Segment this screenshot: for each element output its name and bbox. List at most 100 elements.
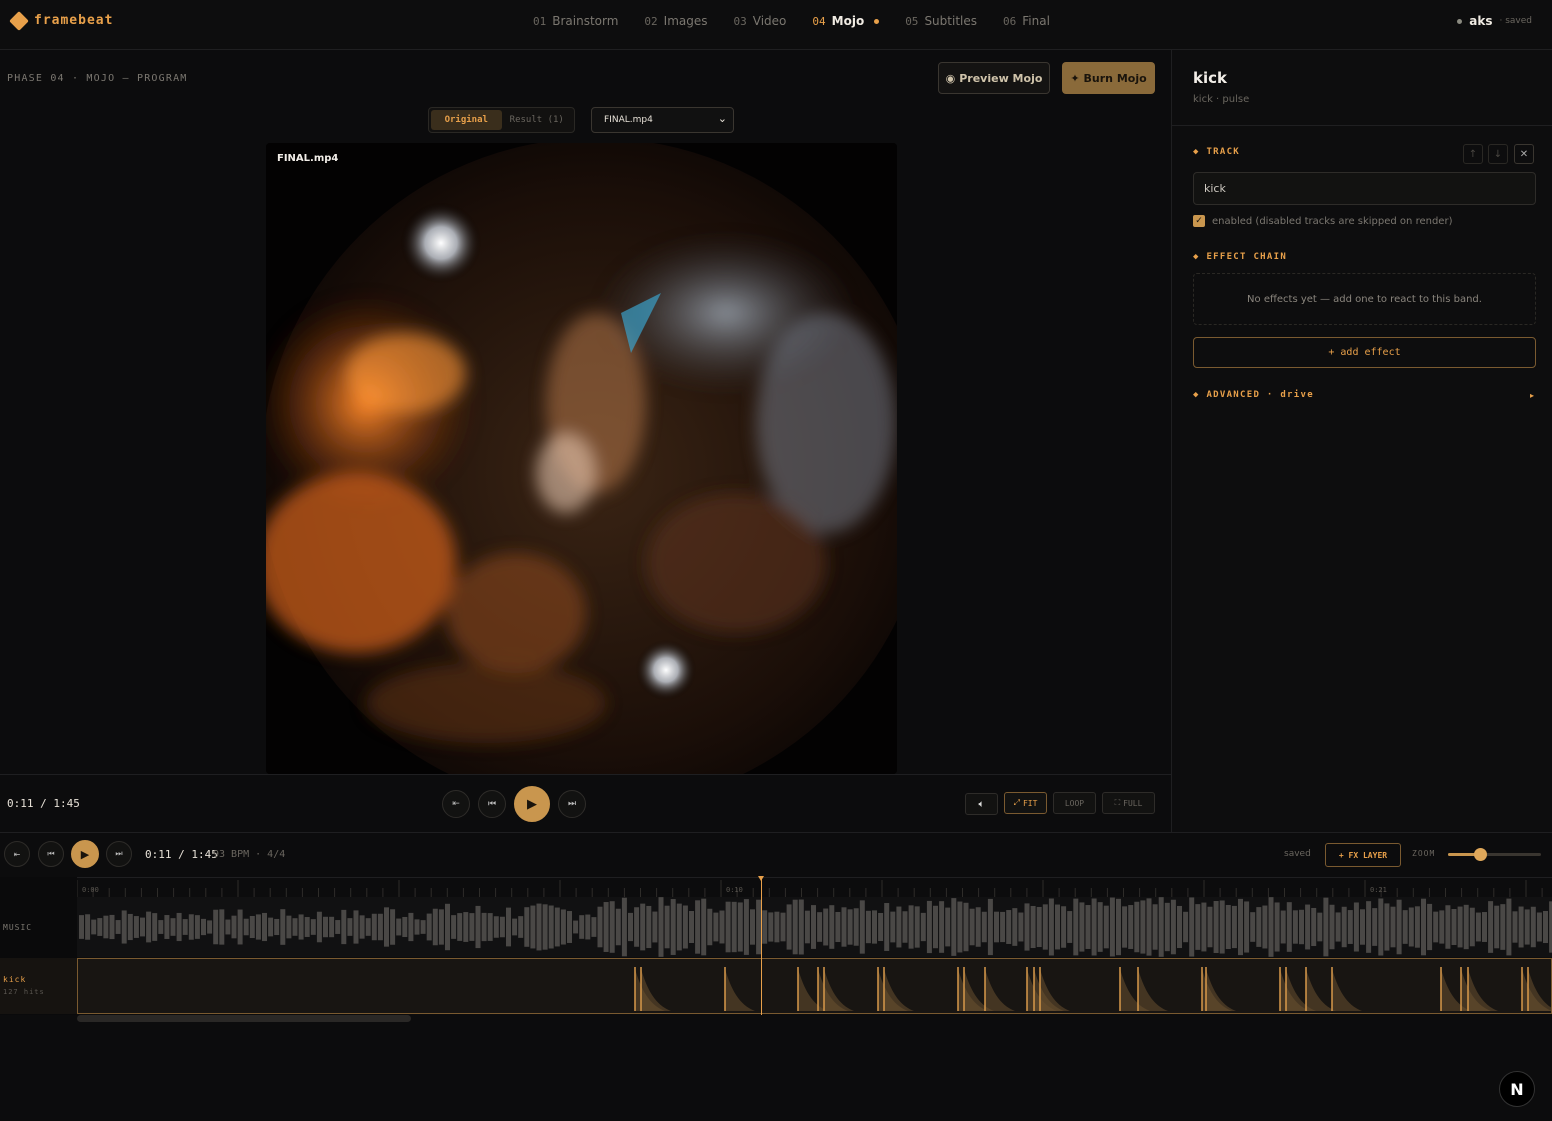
waveform-bar xyxy=(743,899,749,955)
burn-mojo-button[interactable]: ✦ Burn Mojo xyxy=(1062,62,1155,94)
waveform-bar xyxy=(396,918,402,936)
waveform-bar xyxy=(1323,897,1329,957)
waveform-bar xyxy=(975,907,981,947)
preview-mojo-button[interactable]: ◉ Preview Mojo xyxy=(938,62,1050,94)
full-button[interactable]: ⛶ FULL xyxy=(1102,792,1155,814)
phase-tab-video[interactable]: 03 Video xyxy=(734,14,787,28)
n-badge[interactable]: N xyxy=(1499,1071,1535,1107)
music-waveform xyxy=(79,897,1552,957)
waveform-bar xyxy=(841,907,847,947)
toggle-result[interactable]: Result (1) xyxy=(502,110,573,130)
waveform-bar xyxy=(512,918,518,936)
fullscreen-icon: ⛶ xyxy=(1114,798,1121,807)
kick-label-bg xyxy=(0,958,77,1014)
caret-right-icon[interactable]: ▸ xyxy=(1530,391,1534,400)
waveform-bar xyxy=(1158,897,1164,957)
music-lane[interactable] xyxy=(77,897,1552,957)
video-preview[interactable]: FINAL.mp4 xyxy=(266,143,897,774)
zoom-knob[interactable] xyxy=(1473,848,1487,861)
phase-tab-images[interactable]: 02 Images xyxy=(644,14,707,28)
waveform-bar xyxy=(1140,900,1146,954)
phase-tab-final[interactable]: 06 Final xyxy=(1003,14,1050,28)
toggle-original[interactable]: Original xyxy=(431,110,502,130)
phase-tab-brainstorm[interactable]: 01 Brainstorm xyxy=(533,14,618,28)
zoom-slider[interactable] xyxy=(1448,848,1541,861)
waveform-bar xyxy=(1543,910,1548,944)
playhead-handle[interactable] xyxy=(758,876,764,881)
waveform-bar xyxy=(914,906,920,948)
enabled-checkbox[interactable]: ✓ xyxy=(1193,215,1205,227)
brand[interactable]: framebeat xyxy=(9,10,113,31)
waveform-bar xyxy=(140,917,145,937)
waveform-bar xyxy=(713,912,719,942)
kick-track-label[interactable]: kick xyxy=(3,975,26,984)
advanced-heading[interactable]: ◆ ADVANCED · drive xyxy=(1193,390,1314,400)
waveform-bar xyxy=(1067,911,1073,943)
waveform-bar xyxy=(1457,906,1463,948)
phase-number: 03 xyxy=(733,14,747,28)
waveform-bar xyxy=(1061,906,1067,948)
waveform-bar xyxy=(1433,911,1439,943)
waveform-bar xyxy=(567,911,572,943)
phase-tab-subtitles[interactable]: 05 Subtitles xyxy=(905,14,977,28)
user-status: aks · saved xyxy=(1457,14,1532,28)
waveform-bar xyxy=(1299,909,1304,945)
waveform-bar xyxy=(121,910,127,944)
waveform-bar xyxy=(804,910,810,944)
top-bar: framebeat 01 Brainstorm 02 Images 03 Video 04 M… xyxy=(0,0,1552,50)
time-ruler[interactable]: 0:00 0:10 0:21 xyxy=(76,877,1552,898)
panel-title: kick xyxy=(1193,69,1227,87)
phase-number: 04 xyxy=(812,14,826,28)
move-up-button[interactable]: ↑ xyxy=(1463,144,1483,164)
phase-tab-mojo[interactable]: 04 Mojo xyxy=(812,14,880,28)
waveform-bar xyxy=(579,915,585,939)
timeline-next-button[interactable]: ⏭ xyxy=(106,841,132,867)
timeline-prev-button[interactable]: ⏮ xyxy=(38,841,64,867)
waveform-bar xyxy=(1030,905,1036,949)
sparkle-icon: ✦ xyxy=(1070,71,1080,85)
waveform-bar xyxy=(1231,905,1237,949)
waveform-bar xyxy=(951,898,957,956)
track-name-input[interactable]: kick xyxy=(1193,172,1536,205)
loop-button[interactable]: LOOP xyxy=(1053,792,1096,814)
skip-start-button[interactable]: ⇤ xyxy=(442,790,470,818)
timeline-skip-start-button[interactable]: ⇤ xyxy=(4,841,30,867)
next-button[interactable]: ⏭ xyxy=(558,790,586,818)
waveform-bar xyxy=(994,911,999,943)
waveform-bar xyxy=(316,911,322,943)
music-track-label[interactable]: MUSIC xyxy=(3,923,32,932)
waveform-bar xyxy=(682,905,688,949)
add-effect-button[interactable]: + add effect xyxy=(1193,337,1536,368)
file-select[interactable]: FINAL.mp4 ⌄ xyxy=(591,107,734,133)
waveform-bar xyxy=(1360,909,1365,945)
waveform-bar xyxy=(1195,904,1201,950)
kick-lane[interactable] xyxy=(77,958,1552,1014)
waveform-bar xyxy=(920,912,926,942)
phase-label: Final xyxy=(1022,14,1050,28)
enabled-row: ✓ enabled (disabled tracks are skipped o… xyxy=(1193,215,1452,227)
waveform-bar xyxy=(323,916,328,938)
waveform-bar xyxy=(908,905,914,949)
volume-button[interactable]: 🔈︎ xyxy=(965,793,998,815)
timeline-scrollbar[interactable] xyxy=(77,1015,411,1022)
timeline-play-button[interactable]: ▶ xyxy=(71,840,99,868)
waveform-bar xyxy=(554,907,560,947)
waveform-bar xyxy=(91,919,97,935)
next-icon: ⏭ xyxy=(115,849,123,858)
waveform-bar xyxy=(1103,905,1109,949)
delete-track-button[interactable]: ✕ xyxy=(1514,144,1534,164)
waveform-bar xyxy=(475,905,481,949)
waveform-bar xyxy=(1164,902,1170,952)
fx-layer-button[interactable]: + FX LAYER xyxy=(1325,843,1401,867)
phase-number: 06 xyxy=(1003,14,1017,28)
play-icon: ▶ xyxy=(527,796,537,812)
waveform-bar xyxy=(1146,898,1152,956)
enabled-label: enabled (disabled tracks are skipped on … xyxy=(1212,215,1453,227)
kick-decay xyxy=(1206,969,1236,1011)
waveform-bar xyxy=(615,908,621,946)
playhead[interactable] xyxy=(761,877,762,1015)
move-down-button[interactable]: ↓ xyxy=(1488,144,1508,164)
prev-button[interactable]: ⏮ xyxy=(478,790,506,818)
fit-button[interactable]: ⤢ FIT xyxy=(1004,792,1047,814)
play-button[interactable]: ▶ xyxy=(514,786,550,822)
